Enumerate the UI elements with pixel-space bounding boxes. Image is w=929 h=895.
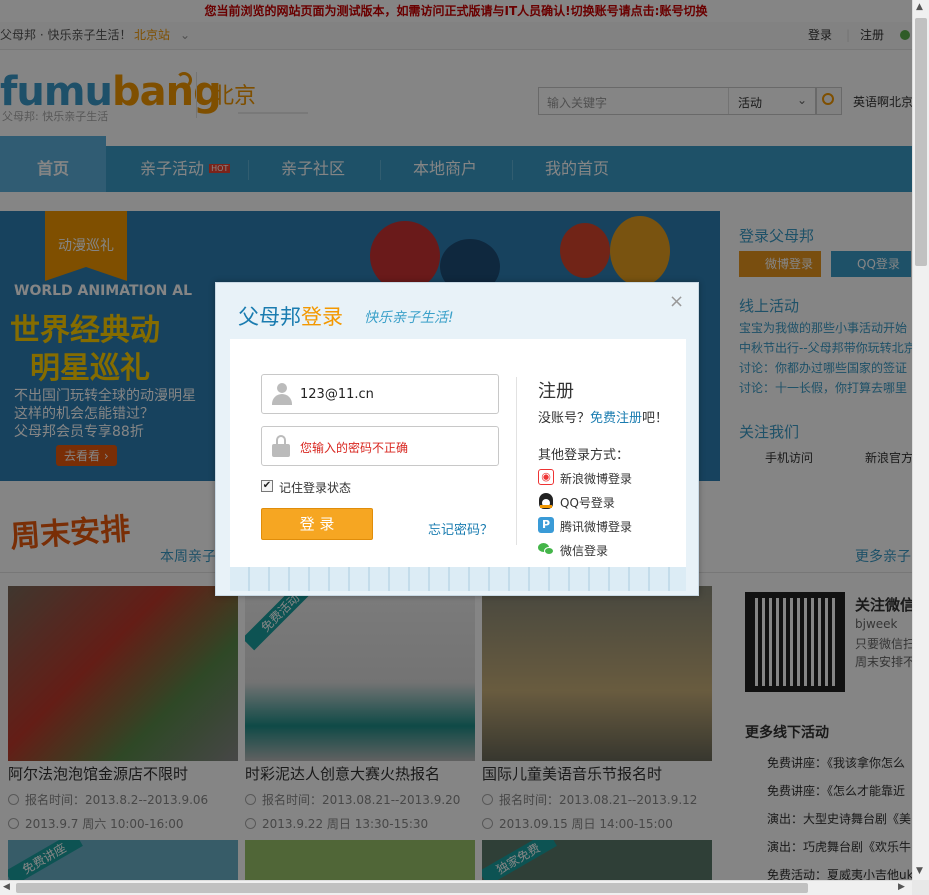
qq-icon-scarf [540, 505, 552, 508]
scrollbar-thumb[interactable] [915, 18, 927, 266]
modal-slogan: 快乐亲子生活! [364, 310, 454, 326]
tencent-weibo-icon: P [538, 517, 554, 533]
user-icon-body [272, 394, 292, 405]
lock-icon [272, 435, 290, 457]
password-error: 您输入的密码不正确 [300, 441, 409, 455]
no-account-text: 没账号？ [538, 411, 591, 426]
login-modal: 父母邦登录 快乐亲子生活! × 123@11.cn 您输入的密码不正确 ✔ 记住… [215, 282, 699, 596]
modal-footer-skyline [230, 567, 686, 591]
remember-checkbox[interactable]: ✔ [261, 480, 273, 492]
scroll-up-icon[interactable]: ▲ [916, 2, 923, 12]
forgot-password-link[interactable]: 忘记密码？ [428, 519, 493, 538]
tencent-weibo-login[interactable]: 腾讯微博登录 [560, 518, 632, 535]
divider [516, 377, 517, 545]
register-suffix: 吧！ [642, 411, 669, 426]
horizontal-scrollbar[interactable]: ◀ ▶ [0, 880, 912, 895]
modal-body: 123@11.cn 您输入的密码不正确 ✔ 记住登录状态 登 录 忘记密码？ 注… [230, 339, 686, 567]
modal-title-login: 登录 [301, 305, 343, 329]
remember-label: 记住登录状态 [279, 481, 352, 495]
sina-weibo-login[interactable]: 新浪微博登录 [560, 470, 632, 487]
password-field[interactable]: 您输入的密码不正确 [261, 426, 499, 466]
qq-icon [539, 493, 553, 509]
username-value: 123@11.cn [300, 387, 374, 402]
scrollbar-corner [912, 880, 929, 895]
user-icon [272, 383, 292, 405]
wechat-login[interactable]: 微信登录 [560, 542, 608, 559]
modal-title: 父母邦登录 [238, 301, 343, 331]
login-button[interactable]: 登 录 [261, 508, 373, 540]
scroll-down-icon[interactable]: ▼ [916, 866, 923, 876]
wechat-bubble [544, 547, 554, 555]
free-register-link[interactable]: 免费注册 [590, 411, 642, 426]
scroll-left-icon[interactable]: ◀ [3, 882, 10, 892]
vertical-scrollbar[interactable]: ▲ ▼ [912, 0, 929, 880]
scroll-right-icon[interactable]: ▶ [898, 882, 905, 892]
lock-icon-body [272, 444, 290, 457]
sina-weibo-icon: ◉ [538, 469, 554, 485]
other-login-label: 其他登录方式： [538, 448, 630, 463]
qq-login[interactable]: QQ号登录 [560, 494, 615, 511]
close-icon[interactable]: × [669, 293, 684, 311]
scrollbar-thumb[interactable] [16, 883, 808, 893]
modal-title-text: 父母邦 [238, 305, 301, 329]
register-prompt: 没账号？免费注册吧！ [538, 407, 668, 426]
user-icon-head [277, 383, 287, 393]
username-field[interactable]: 123@11.cn [261, 374, 499, 414]
register-title: 注册 [538, 381, 574, 402]
wechat-login-icon [538, 543, 554, 555]
